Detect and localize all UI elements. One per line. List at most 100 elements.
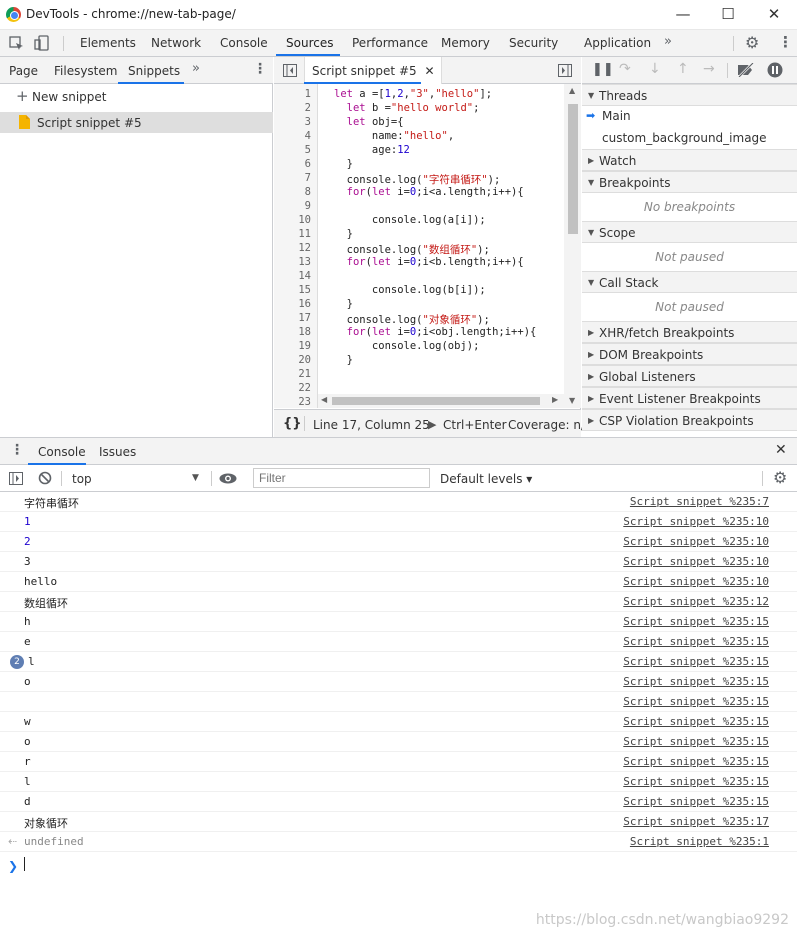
console-source-link[interactable]: Script snippet %235:10 (623, 555, 769, 568)
line-number[interactable]: 17 (298, 312, 311, 324)
call-stack-section-header[interactable]: ▼ Call Stack (582, 271, 797, 293)
console-source-link[interactable]: Script snippet %235:15 (623, 715, 769, 728)
watch-section-header[interactable]: ▶ Watch (582, 149, 797, 171)
editor-file-tab[interactable]: Script snippet #5 ✕ (304, 57, 442, 84)
line-number[interactable]: 14 (298, 270, 311, 282)
console-settings-gear-icon[interactable]: ⚙ (773, 468, 787, 487)
line-number[interactable]: 15 (298, 284, 311, 296)
line-number[interactable]: 5 (305, 144, 311, 156)
thread-main[interactable]: ➡ Main (582, 106, 797, 128)
inspect-element-icon[interactable] (9, 36, 24, 51)
console-source-link[interactable]: Script snippet %235:15 (623, 775, 769, 788)
tab-elements[interactable]: Elements (80, 36, 136, 50)
console-source-link[interactable]: Script snippet %235:17 (623, 815, 769, 828)
tab-filesystem[interactable]: Filesystem (54, 64, 117, 78)
tab-application[interactable]: Application (584, 36, 651, 50)
context-selector[interactable]: top (72, 472, 92, 486)
scroll-down-icon[interactable]: ▼ (569, 396, 575, 405)
line-number[interactable]: 21 (298, 368, 311, 380)
close-drawer-icon[interactable]: ✕ (775, 442, 787, 458)
line-number[interactable]: 20 (298, 354, 311, 366)
csp-violation-breakpoints-section-header[interactable]: ▶ CSP Violation Breakpoints (582, 409, 797, 431)
code-area[interactable]: let a =[1,2,"3","hello"]; let b ="hello … (318, 84, 564, 408)
event-listener-breakpoints-section-header[interactable]: ▶ Event Listener Breakpoints (582, 387, 797, 409)
console-source-link[interactable]: Script snippet %235:7 (630, 495, 769, 508)
show-console-sidebar-icon[interactable] (9, 472, 23, 485)
more-options-icon[interactable]: ⋮ (778, 33, 793, 51)
scope-section-header[interactable]: ▼ Scope (582, 221, 797, 243)
new-snippet-button[interactable]: New snippet (32, 90, 107, 104)
step-into-icon[interactable]: ↓ (649, 61, 661, 77)
tab-snippets[interactable]: Snippets (128, 64, 180, 78)
line-number[interactable]: 10 (298, 214, 311, 226)
line-number[interactable]: 12 (298, 242, 311, 254)
console-input-cursor[interactable] (24, 857, 25, 871)
run-snippet-icon[interactable]: ▶ (428, 418, 436, 431)
plus-icon[interactable]: + (16, 87, 29, 105)
console-source-link[interactable]: Script snippet %235:10 (623, 575, 769, 588)
tab-sources[interactable]: Sources (286, 36, 333, 50)
scrollbar-thumb[interactable] (568, 104, 578, 234)
scrollbar-thumb[interactable] (332, 397, 540, 405)
console-source-link[interactable]: Script snippet %235:15 (623, 735, 769, 748)
breakpoints-section-header[interactable]: ▼ Breakpoints (582, 171, 797, 193)
scroll-left-icon[interactable]: ◀ (321, 395, 327, 404)
console-source-link[interactable]: Script snippet %235:15 (623, 635, 769, 648)
line-number[interactable]: 6 (305, 158, 311, 170)
minimize-button[interactable]: — (672, 4, 694, 24)
settings-gear-icon[interactable]: ⚙ (745, 33, 759, 52)
line-number[interactable]: 8 (305, 186, 311, 198)
tab-console[interactable]: Console (220, 36, 268, 50)
line-number[interactable]: 16 (298, 298, 311, 310)
toggle-navigator-icon[interactable] (283, 64, 297, 77)
device-toolbar-icon[interactable] (34, 35, 50, 51)
dom-breakpoints-section-header[interactable]: ▶ DOM Breakpoints (582, 343, 797, 365)
console-source-link[interactable]: Script snippet %235:10 (623, 535, 769, 548)
line-number[interactable]: 3 (305, 116, 311, 128)
scroll-up-icon[interactable]: ▲ (569, 86, 575, 95)
pause-icon[interactable]: ❚❚ (592, 62, 614, 77)
line-number[interactable]: 2 (305, 102, 311, 114)
console-source-link[interactable]: Script snippet %235:12 (623, 595, 769, 608)
toggle-debugger-icon[interactable] (558, 64, 572, 77)
editor-horizontal-scrollbar[interactable]: ◀ ▶ (318, 394, 564, 408)
console-source-link[interactable]: Script snippet %235:15 (623, 795, 769, 808)
line-number[interactable]: 4 (305, 130, 311, 142)
pause-on-exceptions-icon[interactable] (767, 62, 783, 78)
console-source-link[interactable]: Script snippet %235:1 (630, 835, 769, 848)
threads-section-header[interactable]: ▼ Threads (582, 84, 797, 106)
more-tabs-chevron-icon[interactable]: » (192, 61, 200, 76)
xhr-breakpoints-section-header[interactable]: ▶ XHR/fetch Breakpoints (582, 321, 797, 343)
scroll-right-icon[interactable]: ▶ (552, 395, 558, 404)
tab-security[interactable]: Security (509, 36, 558, 50)
close-window-button[interactable]: ✕ (763, 4, 785, 24)
line-number[interactable]: 19 (298, 340, 311, 352)
step-over-icon[interactable]: ↷ (619, 61, 631, 77)
log-levels-dropdown[interactable]: Default levels ▾ (440, 472, 532, 486)
console-filter-input[interactable] (253, 468, 430, 488)
line-number[interactable]: 9 (305, 200, 311, 212)
line-number[interactable]: 18 (298, 326, 311, 338)
line-number[interactable]: 23 (298, 396, 311, 408)
clear-console-icon[interactable] (38, 471, 52, 485)
run-snippet-hint[interactable]: Ctrl+Enter (443, 418, 507, 432)
tab-memory[interactable]: Memory (441, 36, 490, 50)
drawer-menu-icon[interactable]: ⋮ (10, 442, 24, 458)
step-out-icon[interactable]: ↑ (677, 61, 689, 77)
thread-custom-background[interactable]: custom_background_image (582, 128, 797, 150)
console-source-link[interactable]: Script snippet %235:15 (623, 675, 769, 688)
line-number[interactable]: 22 (298, 382, 311, 394)
tab-page[interactable]: Page (9, 64, 38, 78)
drawer-tab-console[interactable]: Console (38, 445, 86, 459)
deactivate-breakpoints-icon[interactable] (737, 63, 755, 77)
editor-vertical-scrollbar[interactable]: ▲ ▼ (564, 84, 581, 408)
console-source-link[interactable]: Script snippet %235:15 (623, 695, 769, 708)
drawer-tab-issues[interactable]: Issues (99, 445, 136, 459)
tab-performance[interactable]: Performance (352, 36, 428, 50)
line-number[interactable]: 7 (305, 172, 311, 184)
navigator-menu-icon[interactable]: ⋮ (253, 61, 267, 77)
live-expression-eye-icon[interactable] (219, 473, 237, 484)
step-icon[interactable]: → (703, 61, 715, 77)
tab-network[interactable]: Network (151, 36, 201, 50)
more-tabs-chevron-icon[interactable]: » (664, 34, 672, 49)
